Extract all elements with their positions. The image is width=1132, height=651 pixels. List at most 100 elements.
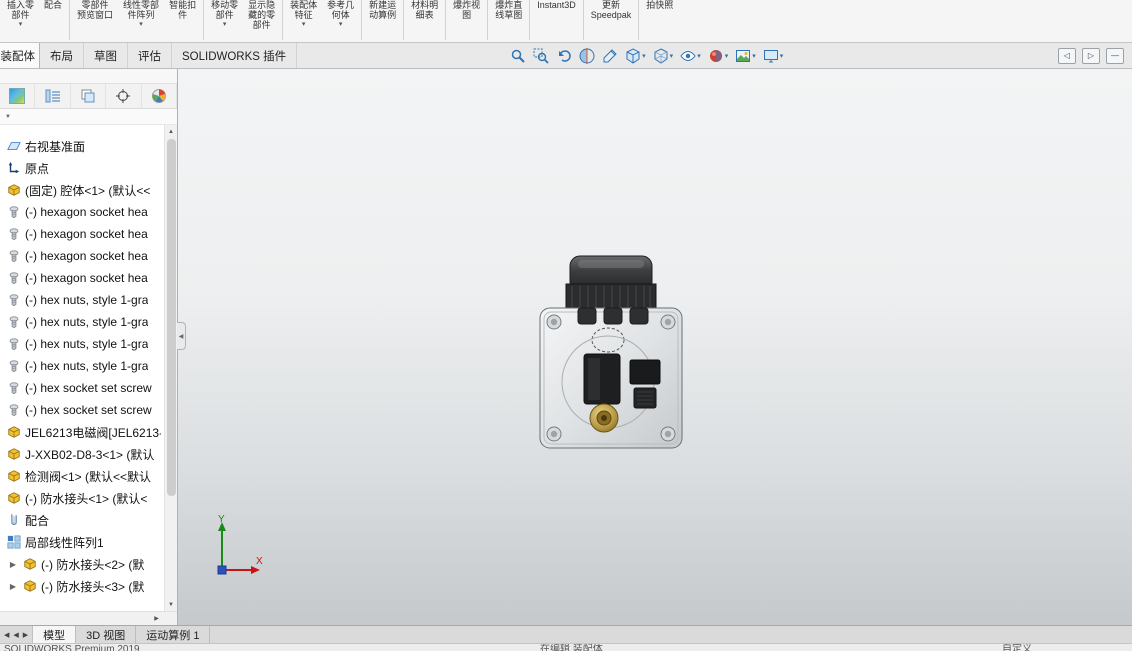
tree-item-fastener[interactable]: (-) hex socket set screw xyxy=(5,377,161,399)
tree-item-solenoid-valve[interactable]: JEL6213电磁阀[JEL6213- xyxy=(5,421,161,443)
status-bar: SOLIDWORKS Premium 2019 在编辑 装配体 自定义 xyxy=(0,643,1132,651)
tree-item-label: 局部线性阵列1 xyxy=(25,535,104,550)
explode-line-sketch-button[interactable]: 爆炸直 线草图 xyxy=(490,0,527,42)
tab-scroll-next-icon[interactable]: ▶ xyxy=(22,631,29,639)
bill-of-materials-button[interactable]: 材料明 细表 xyxy=(406,0,443,42)
tree-item-cavity-part[interactable]: (固定) 腔体<1> (默认<< xyxy=(5,179,161,201)
ribbon-label: 装配体 特征 xyxy=(290,0,318,20)
chevron-down-icon[interactable]: ▾ xyxy=(725,52,729,60)
mate-button[interactable]: 配合 xyxy=(39,0,67,42)
chevron-down-icon[interactable]: ▾ xyxy=(752,52,756,60)
tree-item-waterproof-connector[interactable]: ▶ (-) 防水接头<2> (默 xyxy=(5,553,161,575)
chevron-down-icon[interactable]: ▾ xyxy=(697,52,701,60)
edit-appearance-button[interactable]: ▾ xyxy=(705,46,732,66)
linear-component-pattern-button[interactable]: 线性零部 件阵列 ▾ xyxy=(118,0,164,42)
section-view-button[interactable] xyxy=(576,46,598,66)
tree-item-fastener[interactable]: (-) hexagon socket hea xyxy=(5,201,161,223)
tree-item-fastener[interactable]: (-) hex nuts, style 1-gra xyxy=(5,289,161,311)
tab-evaluate[interactable]: 评估 xyxy=(128,43,172,68)
tab-model[interactable]: 模型 xyxy=(33,626,77,643)
scrollbar-track[interactable] xyxy=(165,138,178,598)
show-hidden-components-button[interactable]: 显示隐 藏的零 部件 xyxy=(243,0,280,42)
collapse-right-icon[interactable]: ▷ xyxy=(1082,47,1100,64)
display-style-button[interactable]: ▾ xyxy=(650,46,677,66)
tree-vertical-scrollbar[interactable]: ▲ ▼ xyxy=(164,125,177,611)
tree-item-fastener[interactable]: (-) hex nuts, style 1-gra xyxy=(5,311,161,333)
exploded-view-button[interactable]: 爆炸视 图 xyxy=(448,0,485,42)
chevron-down-icon[interactable]: ▾ xyxy=(780,52,784,60)
minimize-icon[interactable]: — xyxy=(1106,47,1124,64)
collapse-left-icon[interactable]: ◁ xyxy=(1058,47,1076,64)
new-motion-study-button[interactable]: 新建运 动算例 xyxy=(364,0,401,42)
scrollbar-thumb[interactable] xyxy=(166,139,176,497)
tree-item-origin[interactable]: 原点 xyxy=(5,157,161,179)
tab-featuremanager-tree[interactable] xyxy=(0,84,36,108)
chevron-down-icon[interactable]: ▾ xyxy=(139,21,143,29)
tree-item-fastener[interactable]: (-) hexagon socket hea xyxy=(5,245,161,267)
tree-item-right-plane[interactable]: 右视基准面 xyxy=(5,135,161,157)
tab-scroll-first-icon[interactable]: ◀ xyxy=(3,631,10,639)
chevron-down-icon[interactable]: ▾ xyxy=(19,21,23,29)
model-3d-solenoid-valve[interactable] xyxy=(538,254,686,452)
chevron-down-icon[interactable]: ▾ xyxy=(302,21,306,29)
expand-arrow-icon[interactable]: ▶ xyxy=(7,560,19,569)
move-component-button[interactable]: 移动零 部件 ▾ xyxy=(206,0,243,42)
panel-collapse-handle[interactable]: ◀ xyxy=(177,322,186,350)
tab-displaymanager[interactable] xyxy=(142,84,178,108)
chevron-down-icon[interactable]: ▾ xyxy=(670,52,674,60)
smart-fasteners-button[interactable]: 智能扣 件 xyxy=(164,0,201,42)
previous-view-button[interactable] xyxy=(553,46,575,66)
graphics-viewport[interactable]: Y X xyxy=(178,69,1132,625)
tree-item-fastener[interactable]: (-) hexagon socket hea xyxy=(5,267,161,289)
ribbon-label: 材料明 细表 xyxy=(411,0,439,20)
tree-item-fastener[interactable]: (-) hex socket set screw xyxy=(5,399,161,421)
view-settings-button[interactable]: ▾ xyxy=(760,46,787,66)
take-snapshot-button[interactable]: 拍快照 xyxy=(641,0,678,42)
update-speedpak-button[interactable]: 更新 Speedpak xyxy=(586,0,637,42)
hide-show-items-button[interactable]: ▾ xyxy=(677,46,704,66)
chevron-down-icon[interactable]: ▾ xyxy=(339,21,343,29)
tree-item-waterproof-connector[interactable]: ▶ (-) 防水接头<3> (默 xyxy=(5,575,161,597)
chevron-down-icon[interactable]: ▾ xyxy=(642,52,646,60)
scroll-down-icon[interactable]: ▼ xyxy=(165,598,178,611)
assembly-features-button[interactable]: 装配体 特征 ▾ xyxy=(285,0,322,42)
tab-configurationmanager[interactable] xyxy=(71,84,107,108)
tab-sketch[interactable]: 草图 xyxy=(84,43,128,68)
tab-layout[interactable]: 布局 xyxy=(40,43,84,68)
tree-item-label: JEL6213电磁阀[JEL6213- xyxy=(25,425,161,440)
flyout-caret-icon[interactable]: ▼ xyxy=(5,114,11,120)
reference-geometry-button[interactable]: 参考几 何体 ▾ xyxy=(322,0,359,42)
status-customize[interactable]: 自定义 xyxy=(1002,644,1032,651)
tree-item-mates[interactable]: 配合 xyxy=(5,509,161,531)
annotation-view-button[interactable] xyxy=(599,46,621,66)
expand-arrow-icon[interactable]: ▶ xyxy=(7,582,19,591)
tab-propertymanager[interactable] xyxy=(35,84,71,108)
tab-dimxpertmanager[interactable] xyxy=(106,84,142,108)
tab-3d-views[interactable]: 3D 视图 xyxy=(76,626,137,643)
zoom-fit-button[interactable] xyxy=(507,46,529,66)
tab-motion-study-1[interactable]: 运动算例 1 xyxy=(136,626,211,643)
tab-assembly[interactable]: 装配体 xyxy=(0,43,40,68)
tree-item-fastener[interactable]: (-) hex nuts, style 1-gra xyxy=(5,333,161,355)
scroll-up-icon[interactable]: ▲ xyxy=(165,125,178,138)
tree-horizontal-scrollbar[interactable]: ▶ xyxy=(0,611,177,625)
monitor-icon xyxy=(763,49,778,62)
tab-solidworks-addins[interactable]: SOLIDWORKS 插件 xyxy=(172,43,298,68)
apply-scene-button[interactable]: ▾ xyxy=(732,46,759,66)
scroll-right-icon[interactable]: ▶ xyxy=(150,612,163,625)
chevron-down-icon[interactable]: ▾ xyxy=(223,21,227,29)
tree-item-local-linear-pattern[interactable]: 局部线性阵列1 xyxy=(5,531,161,553)
tree-item-waterproof-connector[interactable]: (-) 防水接头<1> (默认< xyxy=(5,487,161,509)
tab-scroll-prev-icon[interactable]: ◀ xyxy=(12,631,19,639)
insert-components-button[interactable]: 插入零 部件 ▾ xyxy=(2,0,39,42)
tree-item-label: (-) 防水接头<3> (默 xyxy=(41,579,145,594)
tree-item-fastener[interactable]: (-) hexagon socket hea xyxy=(5,223,161,245)
zoom-to-area-button[interactable] xyxy=(530,46,552,66)
tree-item-part[interactable]: J-XXB02-D8-3<1> (默认 xyxy=(5,443,161,465)
instant3d-button[interactable]: Instant3D xyxy=(532,0,581,42)
tree-item-label: (-) hexagon socket hea xyxy=(25,205,148,219)
tree-item-check-valve[interactable]: 检测阀<1> (默认<<默认 xyxy=(5,465,161,487)
view-orientation-button[interactable]: ▾ xyxy=(622,46,649,66)
tree-item-fastener[interactable]: (-) hex nuts, style 1-gra xyxy=(5,355,161,377)
component-preview-window-button[interactable]: 零部件 预览窗口 xyxy=(72,0,118,42)
